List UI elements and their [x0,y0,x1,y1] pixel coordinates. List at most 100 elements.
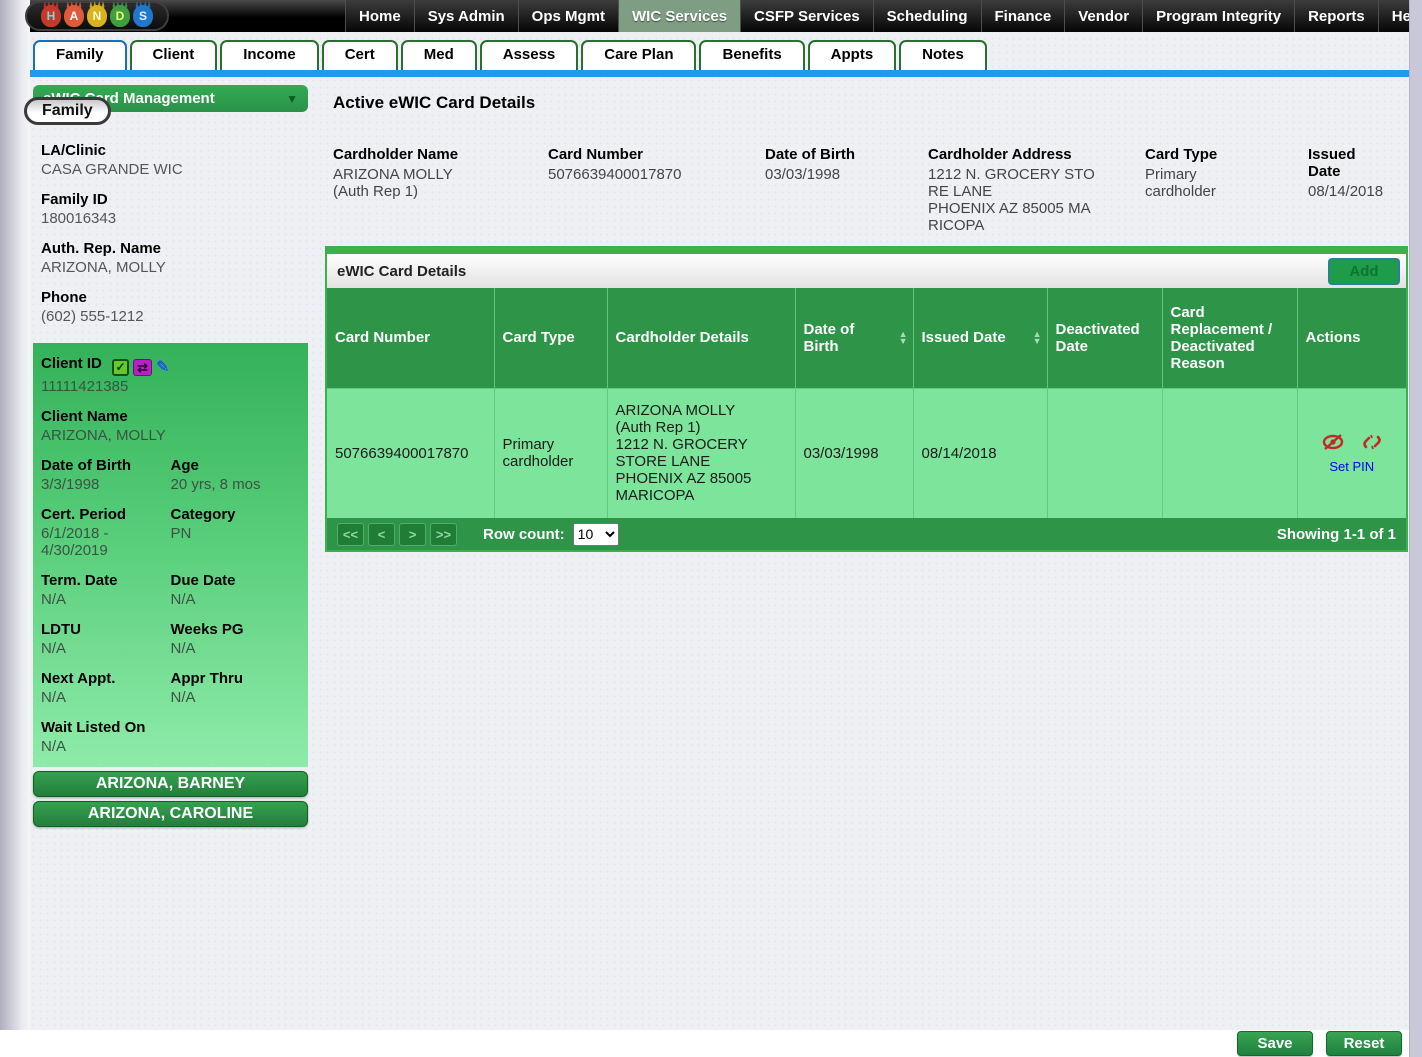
la-clinic-value: CASA GRANDE WIC [41,161,308,178]
sort-icon[interactable]: ▲▼ [1033,331,1042,345]
phone-label: Phone [41,289,308,306]
weeks-pg-value: N/A [171,640,301,657]
next-page-button[interactable]: > [399,523,426,546]
cardholder-address-label: Cardholder Address [928,146,1145,163]
cell-actions: Set PIN [1297,388,1406,518]
issued-date-value: 08/14/2018 [1308,183,1408,200]
client-id-label: Client ID ✓ ⇄ ✎ [41,355,300,376]
auth-rep-value: ARIZONA, MOLLY [41,259,308,276]
due-date-value: N/A [171,591,301,608]
family-member-button-barney[interactable]: ARIZONA, BARNEY [33,771,308,797]
family-summary: LA/Clinic CASA GRANDE WIC Family ID 1800… [33,112,308,343]
menu-item-program-integrity[interactable]: Program Integrity [1142,0,1294,32]
module-selector[interactable]: eWIC Card Management ▼ Family [33,85,308,112]
tab-assess[interactable]: Assess [480,40,579,70]
unlink-card-icon[interactable] [1362,433,1382,451]
term-date-value: N/A [41,591,171,608]
ewic-card-details-panel: eWIC Card Details Add Card Number Card T… [325,246,1408,552]
certified-checkbox-icon[interactable]: ✓ [112,359,129,376]
column-header-replacement-reason[interactable]: Card Replacement / Deactivated Reason [1162,288,1297,388]
family-badge[interactable]: Family [24,97,111,125]
menu-item-sys-admin[interactable]: Sys Admin [414,0,518,32]
menu-item-finance[interactable]: Finance [981,0,1065,32]
hands-logo-letter: D [110,5,130,27]
column-header-actions[interactable]: Actions [1297,288,1406,388]
column-header-issued-date[interactable]: Issued Date ▲▼ [913,288,1047,388]
due-date-label: Due Date [171,572,301,589]
menu-item-scheduling[interactable]: Scheduling [873,0,981,32]
tab-cert[interactable]: Cert [322,40,398,70]
edit-pencil-icon[interactable]: ✎ [156,359,169,376]
scrollbar-track[interactable] [1409,0,1422,1057]
ldtu-value: N/A [41,640,171,657]
pagination-bar: << < > >> Row count: 10 Showing 1-1 of 1 [327,518,1406,550]
panel-header: eWIC Card Details Add [327,254,1406,288]
tab-family[interactable]: Family [33,40,127,70]
client-id-value: 11111421385 [41,378,300,395]
menu-item-csfp-services[interactable]: CSFP Services [740,0,873,32]
la-clinic-label: LA/Clinic [41,142,308,159]
family-id-label: Family ID [41,191,308,208]
tab-appts[interactable]: Appts [808,40,897,70]
menu-item-ops-mgmt[interactable]: Ops Mgmt [518,0,618,32]
page-title: Active eWIC Card Details [333,93,1408,113]
category-value: PN [171,525,301,542]
category-label: Category [171,506,301,523]
cell-cardholder-details: ARIZONA MOLLY (Auth Rep 1) 1212 N. GROCE… [607,388,795,518]
cell-issued-date: 08/14/2018 [913,388,1047,518]
column-header-card-number[interactable]: Card Number [327,288,494,388]
tab-notes[interactable]: Notes [899,40,987,70]
family-sidebar: eWIC Card Management ▼ Family LA/Clinic … [33,77,308,827]
main-menu: Home Sys Admin Ops Mgmt WIC Services CSF… [345,0,1422,32]
family-member-button-caroline[interactable]: ARIZONA, CAROLINE [33,801,308,827]
column-header-card-type[interactable]: Card Type [494,288,607,388]
hands-logo-letter: A [64,5,84,27]
left-page-shadow [0,0,30,1057]
tab-benefits[interactable]: Benefits [699,40,804,70]
tab-client[interactable]: Client [130,40,218,70]
cert-period-label: Cert. Period [41,506,171,523]
add-button[interactable]: Add [1328,258,1400,285]
transfer-icon[interactable]: ⇄ [133,359,152,376]
tab-care-plan[interactable]: Care Plan [581,40,696,70]
dob-label: Date of Birth [41,457,171,474]
sort-icon[interactable]: ▲▼ [899,331,908,345]
wait-listed-value: N/A [41,738,300,755]
hands-logo-letter: N [87,5,107,27]
column-header-cardholder-details[interactable]: Cardholder Details [607,288,795,388]
save-button[interactable]: Save [1237,1031,1313,1056]
menu-item-vendor[interactable]: Vendor [1064,0,1142,32]
age-value: 20 yrs, 8 mos [171,476,301,493]
last-page-button[interactable]: >> [430,523,457,546]
row-count-select[interactable]: 10 [573,523,619,546]
reset-button[interactable]: Reset [1326,1031,1402,1056]
issued-date-label: Issued Date [1308,146,1368,180]
showing-status: Showing 1-1 of 1 [1277,526,1396,543]
auth-rep-label: Auth. Rep. Name [41,240,308,257]
next-appt-value: N/A [41,689,171,706]
tab-med[interactable]: Med [401,40,477,70]
hands-logo-letter: H [41,5,61,27]
first-page-button[interactable]: << [337,523,364,546]
cert-period-value: 6/1/2018 - 4/30/2019 [41,525,151,559]
phone-value: (602) 555-1212 [41,308,308,325]
hands-logo-letter: S [133,5,153,27]
panel-title: eWIC Card Details [337,263,466,280]
set-pin-link[interactable]: Set PIN [1306,459,1399,474]
deactivate-card-eye-icon[interactable] [1322,433,1344,451]
menu-item-home[interactable]: Home [345,0,414,32]
next-appt-label: Next Appt. [41,670,171,687]
column-header-date-of-birth[interactable]: Date of Birth ▲▼ [795,288,913,388]
client-name-label: Client Name [41,408,300,425]
age-label: Age [171,457,301,474]
menu-item-reports[interactable]: Reports [1294,0,1378,32]
prev-page-button[interactable]: < [368,523,395,546]
card-number-value: 5076639400017870 [548,166,765,183]
column-header-deactivated-date[interactable]: Deactivated Date [1047,288,1162,388]
menu-item-wic-services[interactable]: WIC Services [618,0,740,32]
appr-thru-label: Appr Thru [171,670,301,687]
cell-date-of-birth: 03/03/1998 [795,388,913,518]
hands-logo: H A N D S [25,1,169,31]
tab-income[interactable]: Income [220,40,319,70]
table-header-row: Card Number Card Type Cardholder Details… [327,288,1406,388]
